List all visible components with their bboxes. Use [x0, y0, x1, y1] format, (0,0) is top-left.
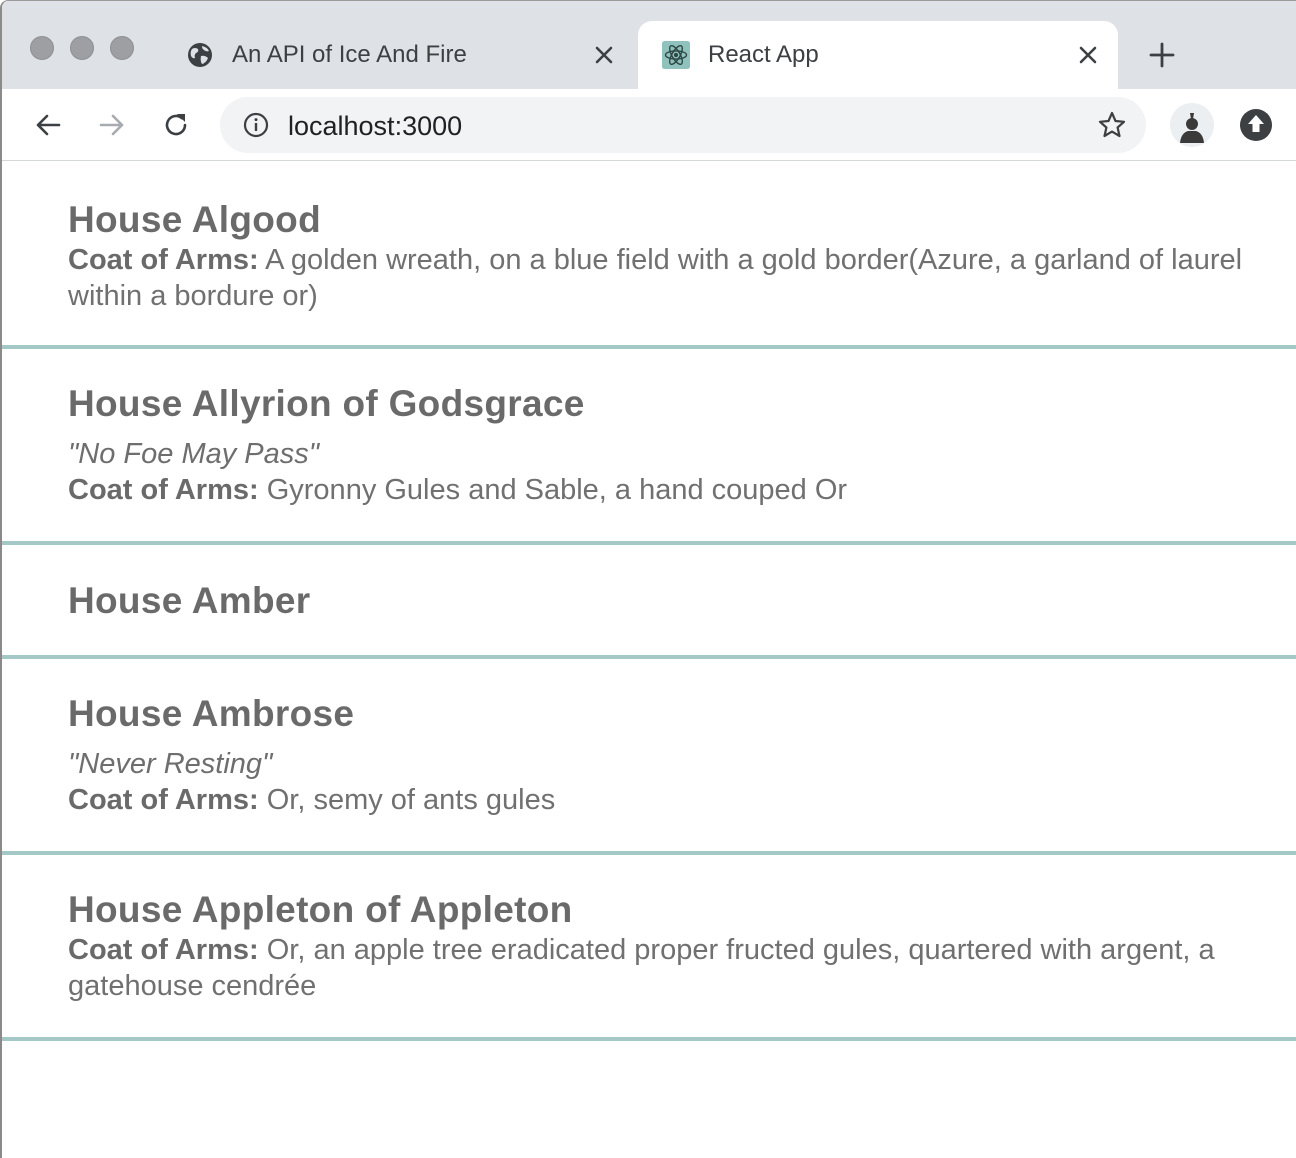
house-words: "Never Resting"	[68, 748, 273, 780]
globe-icon	[186, 41, 214, 69]
coat-of-arms-text: Or, semy of ants gules	[266, 784, 556, 816]
tab-api-of-ice-and-fire[interactable]: An API of Ice And Fire	[162, 21, 634, 89]
coat-of-arms: Coat of Arms: Gyronny Gules and Sable, a…	[68, 472, 1258, 508]
house-name: House Amber	[68, 580, 311, 621]
maximize-window-button[interactable]	[110, 36, 134, 60]
tab-strip: An API of Ice And Fire React App	[2, 1, 1296, 89]
reload-icon[interactable]	[158, 107, 194, 143]
browser-toolbar: localhost:3000	[2, 89, 1296, 161]
close-window-button[interactable]	[30, 36, 54, 60]
address-text[interactable]: localhost:3000	[288, 111, 462, 141]
page-content: House Algood Coat of Arms: A golden wrea…	[2, 162, 1296, 1158]
bookmark-star-icon[interactable]	[1096, 109, 1128, 141]
tab-title: React App	[708, 41, 819, 68]
react-logo-icon	[662, 41, 690, 69]
house-card: House Ambrose "Never Resting" Coat of Ar…	[2, 659, 1296, 855]
coat-of-arms-text: Gyronny Gules and Sable, a hand couped O…	[266, 474, 848, 506]
coat-of-arms-label: Coat of Arms:	[68, 244, 259, 276]
browser-window: An API of Ice And Fire React App localho…	[0, 0, 1296, 1158]
coat-of-arms-label: Coat of Arms:	[68, 474, 259, 506]
house-card: House Algood Coat of Arms: A golden wrea…	[2, 162, 1296, 349]
coat-of-arms: Coat of Arms: Or, an apple tree eradicat…	[68, 932, 1258, 1004]
house-words: "No Foe May Pass"	[68, 438, 320, 470]
close-tab-icon[interactable]	[590, 41, 618, 69]
address-bar[interactable]: localhost:3000	[220, 97, 1146, 153]
info-icon[interactable]	[242, 111, 270, 139]
tab-title: An API of Ice And Fire	[232, 41, 467, 68]
house-name: House Ambrose	[68, 693, 355, 734]
coat-of-arms-label: Coat of Arms:	[68, 784, 259, 816]
minimize-window-button[interactable]	[70, 36, 94, 60]
house-name: House Algood	[68, 199, 321, 240]
profile-avatar[interactable]	[1170, 103, 1214, 147]
close-tab-icon[interactable]	[1074, 41, 1102, 69]
new-tab-button[interactable]	[1146, 39, 1178, 71]
house-name: House Allyrion of Godsgrace	[68, 383, 585, 424]
forward-arrow-icon[interactable]	[94, 107, 130, 143]
house-card: House Amber	[2, 545, 1296, 659]
coat-of-arms-label: Coat of Arms:	[68, 934, 259, 966]
back-arrow-icon[interactable]	[30, 107, 66, 143]
update-icon[interactable]	[1238, 107, 1274, 143]
house-card: House Appleton of Appleton Coat of Arms:…	[2, 855, 1296, 1041]
tab-react-app[interactable]: React App	[638, 21, 1118, 89]
coat-of-arms: Coat of Arms: A golden wreath, on a blue…	[68, 242, 1258, 314]
coat-of-arms: Coat of Arms: Or, semy of ants gules	[68, 782, 1258, 818]
house-name: House Appleton of Appleton	[68, 889, 573, 930]
house-card: House Allyrion of Godsgrace "No Foe May …	[2, 349, 1296, 545]
